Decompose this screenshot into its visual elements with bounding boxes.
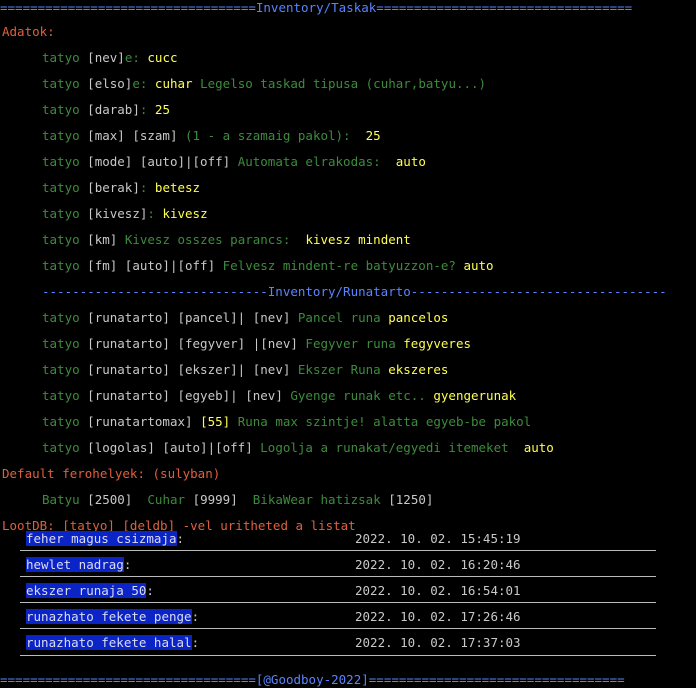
- loot-item: hewlet nadrag: [26, 557, 124, 572]
- loot-time: 2022. 10. 02. 17:37:03: [355, 635, 521, 650]
- loot-item: ekszer runaja 50: [26, 583, 147, 598]
- runatarto-header: ------------------------------Inventory/…: [42, 284, 667, 299]
- loot-time: 2022. 10. 02. 16:20:46: [355, 557, 521, 572]
- loot-item: feher magus csizmaja: [26, 531, 177, 546]
- runa-command-row: tatyo [runatarto] [egyeb]| [nev] Gyenge …: [42, 388, 517, 403]
- runa-command-row: tatyo [logolas] [auto]|[off] Logolja a r…: [42, 440, 554, 455]
- footer-rule: ==================================[@Good…: [0, 672, 625, 687]
- command-row: tatyo [kivesz]: kivesz: [42, 206, 208, 221]
- command-row: tatyo [km] Kivesz osszes parancs: kivesz…: [42, 232, 411, 247]
- runa-command-row: tatyo [runatarto] [pancel]| [nev] Pancel…: [42, 310, 449, 325]
- loot-time: 2022. 10. 02. 15:45:19: [355, 531, 521, 546]
- loot-row: runazhato fekete penge:: [26, 609, 200, 624]
- header-right-rule: ==================================: [376, 0, 633, 15]
- loot-time: 2022. 10. 02. 16:54:01: [355, 583, 521, 598]
- header-left-rule: ==================================: [0, 0, 256, 15]
- adatok-label: Adatok:: [2, 24, 55, 39]
- default-label: Default ferohelyek: (sulyban): [2, 466, 221, 481]
- command-row: tatyo [nev]e: cucc: [42, 50, 178, 65]
- separator: [20, 628, 656, 629]
- header-rule: ==================================Invent…: [0, 0, 632, 16]
- command-row: tatyo [darab]: 25: [42, 102, 170, 117]
- command-row: tatyo [fm] [auto]|[off] Felvesz mindent-…: [42, 258, 494, 273]
- separator: [20, 550, 656, 551]
- header-title: Inventory/Taskak: [255, 0, 377, 15]
- footer-title: [@Goodboy-2022]: [255, 672, 369, 687]
- loot-row: feher magus csizmaja:: [26, 531, 185, 546]
- runa-command-row: tatyo [runatartomax] [55] Runa max szint…: [42, 414, 532, 429]
- loot-item: runazhato fekete halal: [26, 635, 192, 650]
- loot-item: runazhato fekete penge: [26, 609, 192, 624]
- loot-row: runazhato fekete halal:: [26, 635, 200, 650]
- loot-time: 2022. 10. 02. 17:26:46: [355, 609, 521, 624]
- loot-row: ekszer runaja 50:: [26, 583, 154, 598]
- separator: [20, 576, 656, 577]
- command-row: tatyo [max] [szam] (1 - a szamaig pakol)…: [42, 128, 381, 143]
- runa-command-row: tatyo [runatarto] [ekszer]| [nev] Ekszer…: [42, 362, 449, 377]
- command-row: tatyo [berak]: betesz: [42, 180, 201, 195]
- command-row: tatyo [mode] [auto]|[off] Automata elrak…: [42, 154, 426, 169]
- command-row: tatyo [elso]e: cuhar Legelso taskad tipu…: [42, 76, 487, 91]
- separator: [20, 655, 656, 656]
- default-row: Batyu [2500] Cuhar [9999] BikaWear hatiz…: [42, 492, 434, 507]
- loot-row: hewlet nadrag:: [26, 557, 132, 572]
- runa-command-row: tatyo [runatarto] [fegyver] |[nev] Fegyv…: [42, 336, 471, 351]
- separator: [20, 602, 656, 603]
